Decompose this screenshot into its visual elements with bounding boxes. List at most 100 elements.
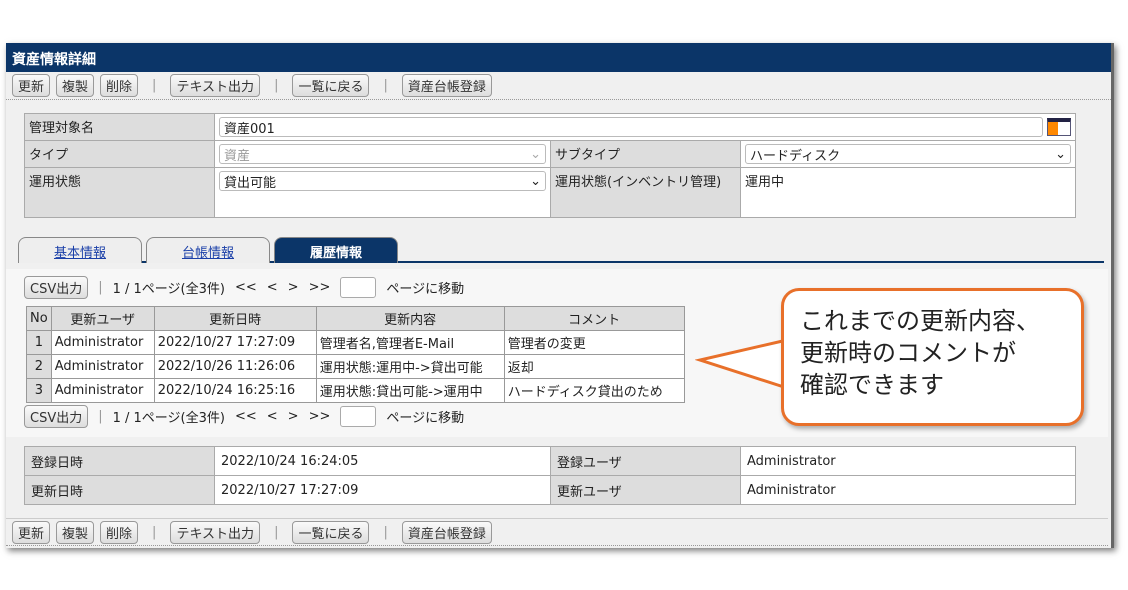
copy-button[interactable]: 複製 xyxy=(56,520,95,544)
register-ledger-button[interactable]: 資産台帳登録 xyxy=(401,74,492,97)
delete-button[interactable]: 削除 xyxy=(100,74,139,97)
delete-button[interactable]: 削除 xyxy=(100,520,139,544)
text-export-button[interactable]: テキスト出力 xyxy=(170,520,261,544)
prev-page-link[interactable]: < xyxy=(267,409,278,424)
last-page-link[interactable]: >> xyxy=(309,280,331,295)
cell-datetime: 2022/10/24 16:25:16 xyxy=(153,378,317,403)
separator: | xyxy=(383,524,388,540)
updated-value: 2022/10/27 17:27:09 xyxy=(214,475,551,505)
callout-line: 確認できます xyxy=(800,371,944,399)
type-select[interactable]: 資産 ⌄ xyxy=(219,144,546,164)
cell-comment: 返却 xyxy=(503,354,685,379)
type-label: タイプ xyxy=(24,140,215,168)
separator: | xyxy=(98,280,103,295)
cell-datetime: 2022/10/26 11:26:06 xyxy=(153,354,317,379)
name-value: 資産001 xyxy=(224,121,275,137)
separator: | xyxy=(98,409,103,424)
bottom-toolbar: 更新 複製 削除 | テキスト出力 | 一覧に戻る | 資産台帳登録 xyxy=(6,518,1108,546)
top-toolbar: 更新 複製 削除 | テキスト出力 | 一覧に戻る | 資産台帳登録 xyxy=(6,72,1111,100)
col-comment: コメント xyxy=(503,306,685,331)
subtype-label: サブタイプ xyxy=(550,140,741,168)
history-table: No 更新ユーザ 更新日時 更新内容 コメント 1 Administrator 20… xyxy=(26,306,685,403)
callout-tail xyxy=(695,338,788,390)
record-info-table: 登録日時 2022/10/24 16:24:05 登録ユーザ Administr… xyxy=(24,446,1076,505)
back-to-list-button[interactable]: 一覧に戻る xyxy=(292,520,370,544)
register-ledger-button[interactable]: 資産台帳登録 xyxy=(401,520,492,544)
select-target-icon[interactable] xyxy=(1047,118,1071,136)
csv-export-button[interactable]: CSV出力 xyxy=(24,276,89,299)
cell-user: Administrator xyxy=(50,378,155,403)
first-page-link[interactable]: << xyxy=(235,280,257,295)
cell-user: Administrator xyxy=(50,354,155,379)
first-page-link[interactable]: << xyxy=(235,409,257,424)
callout-line: これまでの更新内容、 xyxy=(800,307,1040,335)
col-user: 更新ユーザ xyxy=(50,306,155,331)
type-value: 資産 xyxy=(224,148,251,164)
cell-comment: ハードディスク貸出のため xyxy=(503,378,685,403)
separator: | xyxy=(152,78,157,93)
annotation-callout: これまでの更新内容、 更新時のコメントが 確認できます xyxy=(781,288,1084,426)
chevron-down-icon: ⌄ xyxy=(530,146,541,162)
cell-no: 2 xyxy=(26,354,52,379)
cell-datetime: 2022/10/27 17:27:09 xyxy=(153,330,317,355)
csv-export-button[interactable]: CSV出力 xyxy=(24,405,89,428)
tab-basic-info[interactable]: 基本情報 xyxy=(18,237,142,263)
goto-page-link[interactable]: ページに移動 xyxy=(386,278,464,297)
page-number-input[interactable] xyxy=(340,406,377,427)
created-user-label: 登録ユーザ xyxy=(550,446,741,476)
cell-user: Administrator xyxy=(50,330,155,355)
callout-line: 更新時のコメントが xyxy=(800,339,1016,367)
chevron-down-icon: ⌄ xyxy=(1055,146,1066,162)
col-no: No xyxy=(26,306,52,331)
cell-no: 3 xyxy=(26,378,52,403)
table-row: 2 Administrator 2022/10/26 11:26:06 運用状態:運用… xyxy=(26,354,685,379)
page-info: 1 / 1ページ(全3件) xyxy=(112,282,225,297)
col-content: 更新内容 xyxy=(315,306,505,331)
text-export-button[interactable]: テキスト出力 xyxy=(170,74,261,97)
table-row: 1 Administrator 2022/10/27 17:27:09 管理者名,管理… xyxy=(26,330,685,355)
table-row: 3 Administrator 2022/10/24 16:25:16 運用状態:貸出… xyxy=(26,378,685,403)
prev-page-link[interactable]: < xyxy=(267,280,278,295)
cell-content: 運用状態:貸出可能->運用中 xyxy=(315,378,505,403)
status-label: 運用状態 xyxy=(24,167,215,218)
tab-history-info[interactable]: 履歴情報 xyxy=(274,237,398,263)
asset-form: 管理対象名 資産001 タイプ 資産 ⌄ サブタイプ ハードディスク ⌄ 運用状態 … xyxy=(24,113,1076,218)
subtype-select[interactable]: ハードディスク ⌄ xyxy=(745,144,1071,164)
tab-ledger-info[interactable]: 台帳情報 xyxy=(146,237,270,263)
cell-comment: 管理者の変更 xyxy=(503,330,685,355)
created-label: 登録日時 xyxy=(24,446,215,476)
copy-button[interactable]: 複製 xyxy=(56,74,95,97)
cell-content: 運用状態:運用中->貸出可能 xyxy=(315,354,505,379)
next-page-link[interactable]: > xyxy=(288,280,299,295)
last-page-link[interactable]: >> xyxy=(309,409,331,424)
updated-user-value: Administrator xyxy=(740,475,1076,505)
created-value: 2022/10/24 16:24:05 xyxy=(214,446,551,476)
updated-user-label: 更新ユーザ xyxy=(550,475,741,505)
inventory-status-value: 運用中 xyxy=(740,167,1076,218)
separator: | xyxy=(274,78,279,93)
status-value: 貸出可能 xyxy=(224,175,277,191)
col-datetime: 更新日時 xyxy=(153,306,317,331)
created-user-value: Administrator xyxy=(740,446,1076,476)
window-title: 資産情報詳細 xyxy=(6,43,1111,72)
status-select[interactable]: 貸出可能 ⌄ xyxy=(219,171,546,191)
name-label: 管理対象名 xyxy=(24,113,215,141)
goto-page-link[interactable]: ページに移動 xyxy=(386,407,464,426)
separator: | xyxy=(383,78,388,93)
separator: | xyxy=(152,524,157,540)
updated-label: 更新日時 xyxy=(24,475,215,505)
update-button[interactable]: 更新 xyxy=(12,520,51,544)
separator: | xyxy=(274,524,279,540)
inventory-status-label: 運用状態(インベントリ管理) xyxy=(550,167,741,218)
update-button[interactable]: 更新 xyxy=(12,74,51,97)
next-page-link[interactable]: > xyxy=(288,409,299,424)
name-input[interactable]: 資産001 xyxy=(219,117,1043,137)
page-number-input[interactable] xyxy=(340,277,377,298)
cell-no: 1 xyxy=(26,330,52,355)
back-to-list-button[interactable]: 一覧に戻る xyxy=(292,74,370,97)
tab-bar: 基本情報 台帳情報 履歴情報 xyxy=(18,237,1104,263)
subtype-value: ハードディスク xyxy=(750,148,841,164)
chevron-down-icon: ⌄ xyxy=(530,173,541,189)
cell-content: 管理者名,管理者E-Mail xyxy=(315,330,505,355)
page-info: 1 / 1ページ(全3件) xyxy=(112,411,225,426)
